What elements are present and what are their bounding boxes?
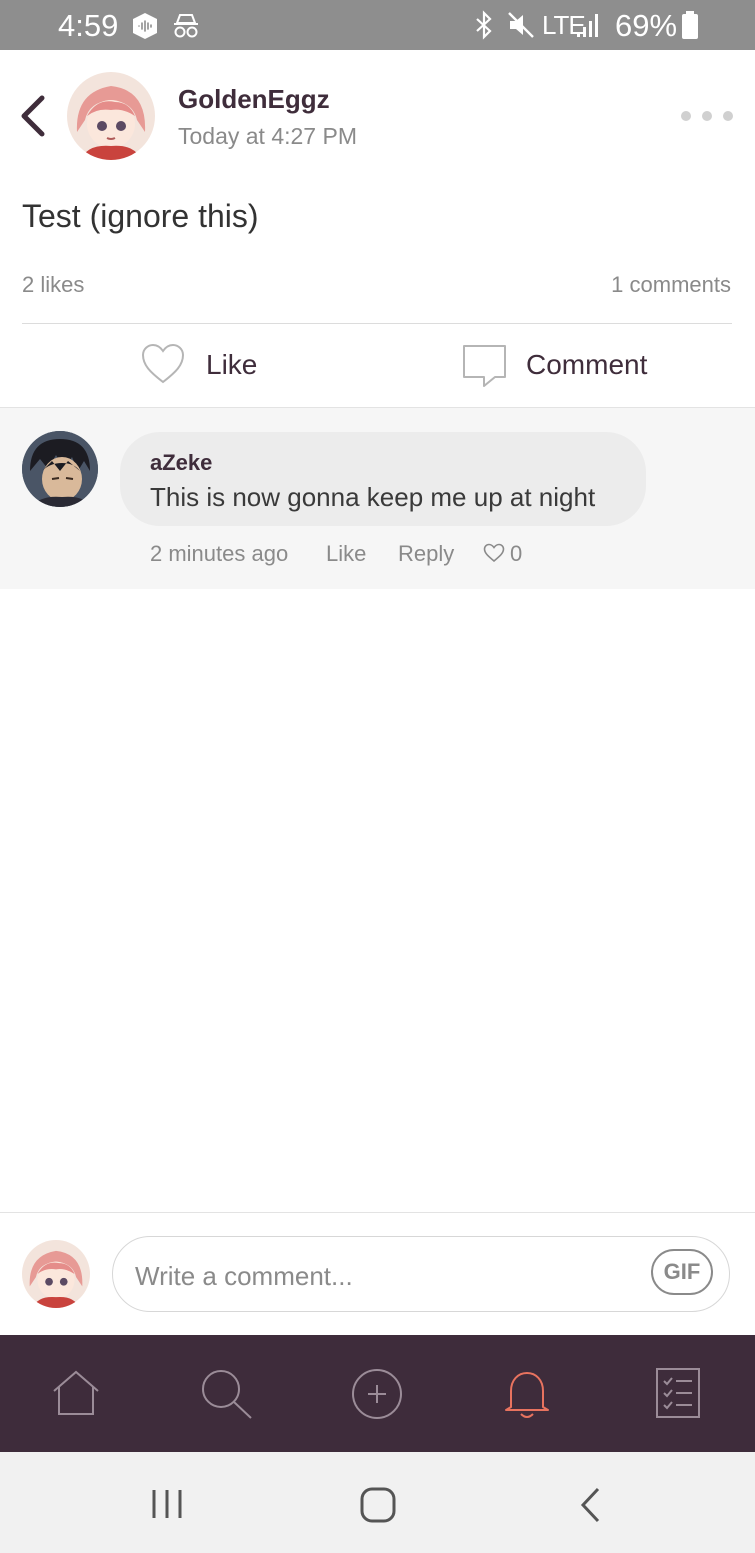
- bluetooth-icon: [476, 10, 492, 40]
- likes-count[interactable]: 2 likes: [22, 272, 84, 298]
- audio-app-icon: [133, 13, 157, 39]
- checklist-icon[interactable]: [655, 1367, 701, 1419]
- comment-composer: Write a comment...: [0, 1212, 755, 1336]
- divider: [22, 323, 732, 324]
- comment-item: aZeke This is now gonna keep me up at ni…: [0, 408, 755, 589]
- back-arrow-icon[interactable]: [18, 94, 48, 138]
- status-bar: 4:59 LTE 69%: [0, 0, 755, 50]
- comment-bubble-icon: [463, 345, 506, 387]
- post-timestamp: Today at 4:27 PM: [178, 123, 357, 149]
- back-button-icon[interactable]: [578, 1486, 602, 1524]
- comment-author[interactable]: aZeke: [150, 450, 212, 476]
- battery-percent: 69%: [615, 8, 678, 43]
- search-icon[interactable]: [199, 1367, 255, 1421]
- status-time: 4:59: [58, 8, 119, 43]
- home-icon[interactable]: [50, 1369, 102, 1417]
- comment-reply-button[interactable]: Reply: [398, 541, 454, 567]
- comments-count[interactable]: 1 comments: [611, 272, 731, 298]
- gif-button[interactable]: GIF: [651, 1249, 713, 1295]
- comment-input[interactable]: Write a comment...: [112, 1236, 730, 1312]
- create-post-icon[interactable]: [350, 1368, 404, 1420]
- mute-icon: [508, 12, 534, 38]
- comment-text: This is now gonna keep me up at night: [150, 482, 596, 512]
- system-nav-bar: [0, 1452, 755, 1553]
- like-label: Like: [206, 349, 258, 380]
- comment-time: 2 minutes ago: [150, 541, 289, 566]
- post-body: Test (ignore this): [22, 198, 259, 234]
- signal-icon: [577, 14, 598, 37]
- heart-icon: [141, 343, 185, 384]
- commenter-avatar[interactable]: [22, 431, 98, 507]
- comment-like-button[interactable]: Like: [326, 541, 366, 567]
- my-avatar: [22, 1240, 90, 1308]
- incognito-icon: [174, 14, 198, 38]
- post-author-name[interactable]: GoldenEggz: [178, 84, 330, 115]
- home-button-icon[interactable]: [359, 1486, 397, 1524]
- like-button[interactable]: Like: [140, 340, 280, 390]
- heart-count: 0: [510, 541, 523, 566]
- battery-icon: [682, 11, 698, 39]
- comment-button[interactable]: Comment: [462, 340, 662, 390]
- comments-list: aZeke This is now gonna keep me up at ni…: [0, 407, 755, 589]
- more-options-icon[interactable]: [678, 108, 736, 124]
- author-avatar[interactable]: [67, 72, 155, 160]
- heart-icon: [483, 543, 505, 563]
- notifications-icon[interactable]: [503, 1366, 551, 1422]
- comment-bubble[interactable]: aZeke This is now gonna keep me up at ni…: [120, 432, 646, 526]
- recent-apps-icon[interactable]: [150, 1488, 184, 1520]
- comment-label: Comment: [526, 349, 648, 380]
- comment-heart-count[interactable]: 0: [483, 540, 533, 568]
- bottom-tab-bar: [0, 1335, 755, 1452]
